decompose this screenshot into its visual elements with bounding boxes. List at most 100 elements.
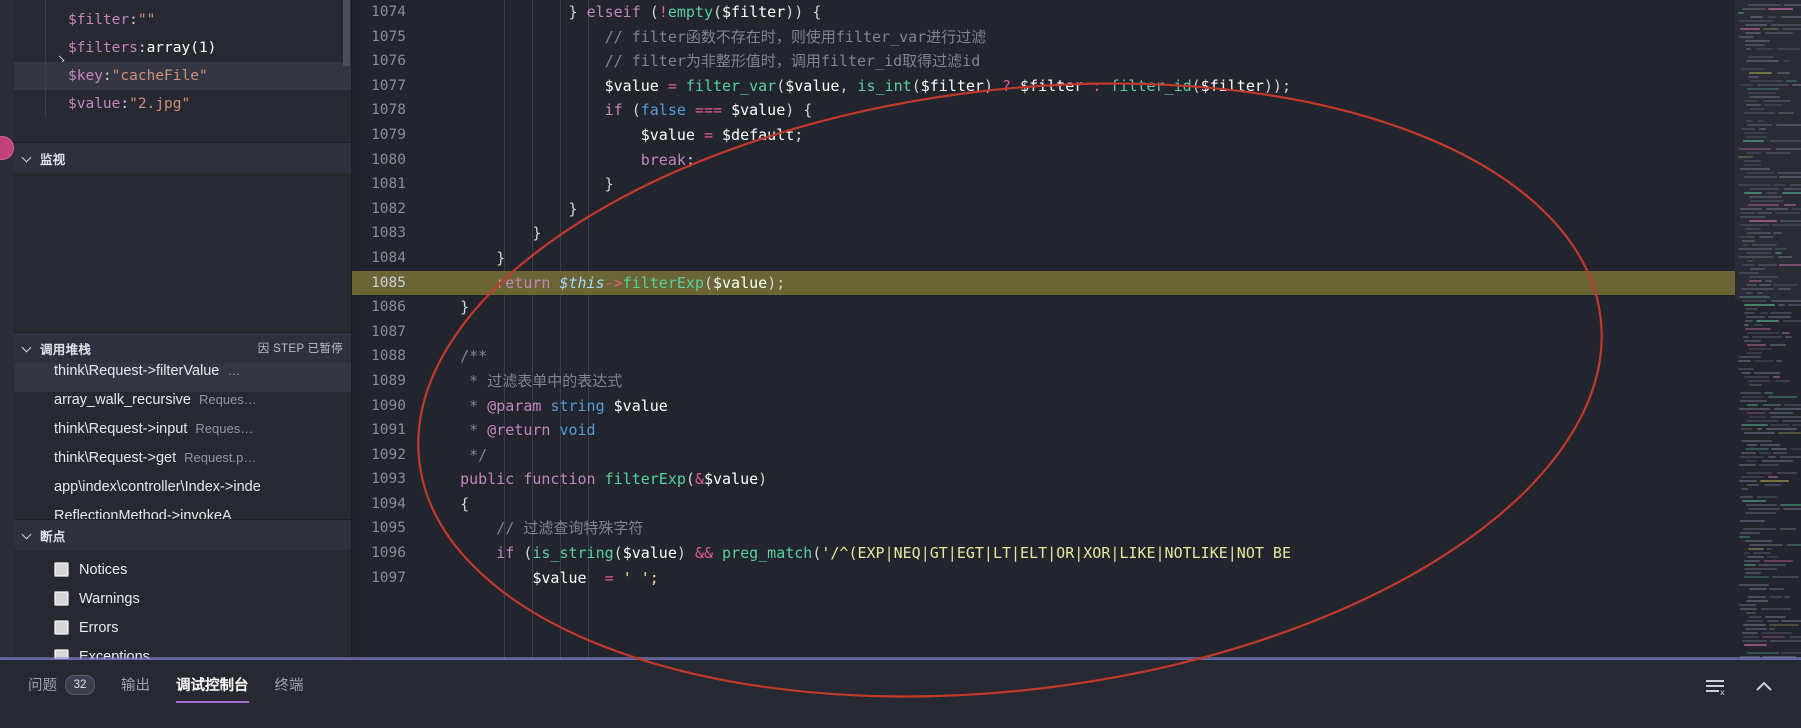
code-line[interactable]: 1097 $value = ' '; [352, 566, 1801, 591]
minimap-line [1749, 280, 1762, 282]
callstack-frame[interactable]: array_walk_recursive Reques… [14, 392, 351, 421]
watch-list[interactable] [14, 173, 351, 332]
minimap-line [1746, 612, 1756, 614]
code-line[interactable]: 1083 } [352, 221, 1801, 246]
panel-tabs[interactable]: 问题 32 输出 调试控制台 终端 [0, 660, 304, 703]
variable-name: $value [68, 96, 120, 112]
minimap-line [1782, 332, 1790, 334]
code-line[interactable]: 1074 } elseif (!empty($filter)) { [352, 0, 1801, 25]
panel-tab-3[interactable]: 终端 [275, 674, 304, 703]
minimap-line [1747, 260, 1753, 262]
code-line[interactable]: 1080 break; [352, 148, 1801, 173]
minimap-line [1780, 504, 1801, 506]
callstack-list[interactable]: think\Request->filterValue … array_walk_re… [14, 363, 351, 519]
minimap-line [1746, 104, 1761, 106]
code-line[interactable]: 1095 // 过滤查询特殊字符 [352, 516, 1801, 541]
frame-path: Reques… [199, 392, 257, 407]
callstack-header[interactable]: 调用堆栈 因 STEP 已暂停 [14, 332, 351, 363]
minimap-line [1769, 140, 1801, 142]
minimap-line [1744, 340, 1760, 342]
breakpoints-list[interactable]: Notices Warnings Errors Exceptions [14, 550, 351, 659]
minimap-line [1738, 184, 1771, 186]
minimap-line [1760, 480, 1789, 482]
breakpoint-item[interactable]: Notices [14, 555, 351, 584]
code-line[interactable]: 1087 [352, 320, 1801, 345]
editor-minimap[interactable] [1735, 0, 1801, 659]
callstack-frame[interactable]: app\index\controller\Index->inde [14, 479, 351, 508]
code-line[interactable]: 1090 * @param string $value [352, 394, 1801, 419]
panel-tab-1[interactable]: 输出 [121, 674, 150, 703]
breakpoints-header[interactable]: 断点 [14, 519, 351, 550]
minimap-line [1759, 284, 1770, 286]
minimap-line [1768, 476, 1778, 478]
minimap-line [1767, 620, 1778, 622]
minimap-line [1739, 464, 1756, 466]
code-line[interactable]: 1085 return $this->filterExp($value); [352, 271, 1801, 296]
code-lines[interactable]: 1074 } elseif (!empty($filter)) {1075 //… [352, 0, 1801, 659]
code-line[interactable]: 1091 * @return void [352, 418, 1801, 443]
code-text: if (is_string($value) && preg_match('/^(… [424, 541, 1801, 566]
breakpoint-item[interactable]: Warnings [14, 584, 351, 613]
variable-row[interactable]: $filters: array(1) [14, 34, 351, 62]
minimap-line [1770, 312, 1792, 314]
panel-tab-2[interactable]: 调试控制台 [176, 674, 249, 703]
minimap-line [1743, 528, 1776, 530]
code-line[interactable]: 1081 } [352, 172, 1801, 197]
code-line[interactable]: 1096 if (is_string($value) && preg_match… [352, 541, 1801, 566]
code-line[interactable]: 1094 { [352, 492, 1801, 517]
minimap-line [1756, 48, 1773, 50]
code-line[interactable]: 1075 // filter函数不存在时，则使用filter_var进行过滤 [352, 25, 1801, 50]
chevron-down-icon [22, 342, 34, 354]
code-line[interactable]: 1082 } [352, 197, 1801, 222]
code-line[interactable]: 1078 if (false === $value) { [352, 98, 1801, 123]
variable-value: "cacheFile" [112, 68, 208, 84]
minimap-line [1762, 636, 1785, 638]
code-line[interactable]: 1088 /** [352, 344, 1801, 369]
code-line[interactable]: 1084 } [352, 246, 1801, 271]
code-line[interactable]: 1093 public function filterExp(&$value) [352, 467, 1801, 492]
line-number: 1076 [352, 49, 424, 74]
code-line[interactable]: 1076 // filter为非整形值时，调用filter_id取得过滤id [352, 49, 1801, 74]
minimap-line [1747, 332, 1779, 334]
breakpoint-checkbox[interactable] [54, 591, 69, 606]
callstack-frame[interactable]: think\Request->input Reques… [14, 421, 351, 450]
clear-console-icon[interactable]: x [1705, 678, 1727, 696]
breakpoint-checkbox[interactable] [54, 620, 69, 635]
callstack-frame[interactable]: ReflectionMethod->invokeA [14, 508, 351, 519]
variable-row[interactable]: $value: "2.jpg" [14, 90, 351, 118]
breakpoint-item[interactable]: Errors [14, 613, 351, 642]
variable-value: array(1) [147, 40, 217, 56]
breakpoint-checkbox[interactable] [54, 562, 69, 577]
code-editor[interactable]: 1074 } elseif (!empty($filter)) {1075 //… [352, 0, 1801, 659]
breakpoint-label: Notices [79, 562, 127, 578]
minimap-line [1760, 312, 1768, 314]
minimap-line [1766, 192, 1777, 194]
code-line[interactable]: 1079 $value = $default; [352, 123, 1801, 148]
code-viewport[interactable]: 1074 } elseif (!empty($filter)) {1075 //… [352, 0, 1801, 659]
variable-row[interactable]: $filter: "" [14, 6, 351, 34]
minimap-line [1745, 308, 1757, 310]
minimap-line [1746, 252, 1771, 254]
minimap-line [1744, 432, 1775, 434]
variable-row[interactable]: $key: "cacheFile" [14, 62, 351, 90]
minimap-line [1745, 32, 1761, 34]
code-line[interactable]: 1086 } [352, 295, 1801, 320]
variables-tree[interactable]: $default: null$filter: ""$filters: array… [14, 0, 351, 142]
callstack-frame[interactable]: think\Request->get Request.p… [14, 450, 351, 479]
code-line[interactable]: 1077 $value = filter_var($value, is_int(… [352, 74, 1801, 99]
minimap-line [1740, 28, 1760, 30]
minimap-line [1748, 76, 1758, 78]
code-line[interactable]: 1092 */ [352, 443, 1801, 468]
code-line[interactable]: 1089 * 过滤表单中的表达式 [352, 369, 1801, 394]
activity-bar[interactable] [0, 0, 14, 659]
minimap-line [1739, 584, 1770, 586]
minimap-line [1746, 292, 1753, 294]
minimap-line [1779, 264, 1801, 266]
minimap-line [1755, 360, 1774, 362]
chevron-up-icon[interactable] [1753, 678, 1775, 696]
watch-header[interactable]: 监视 [14, 142, 351, 173]
minimap-line [1781, 652, 1801, 654]
callstack-frame[interactable]: think\Request->filterValue… [14, 363, 351, 392]
minimap-line [1782, 192, 1801, 194]
panel-tab-0[interactable]: 问题 32 [28, 674, 95, 703]
